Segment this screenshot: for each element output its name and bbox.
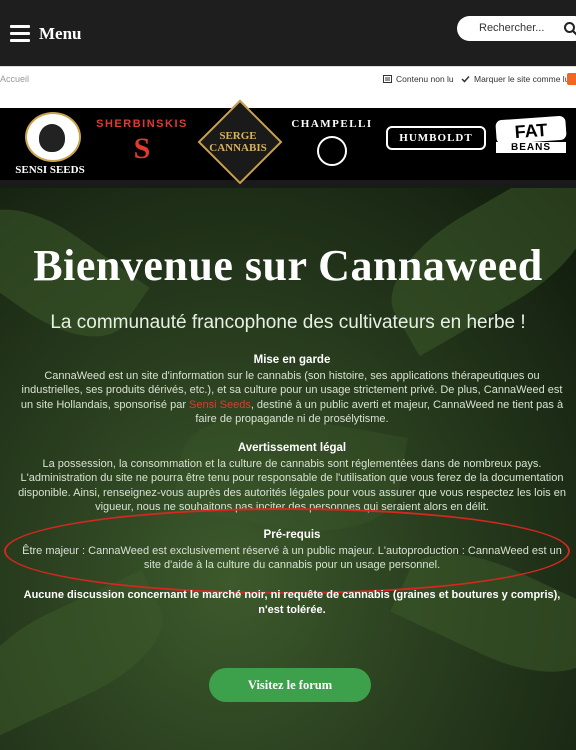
sensi-seeds-name: SENSI SEEDS <box>15 164 85 176</box>
breadcrumb-bar: Accueil Contenu non lu Marquer le site c… <box>0 66 576 93</box>
mise-en-garde-section: Mise en garde CannaWeed est un site d'in… <box>18 353 566 427</box>
avertissement-title: Avertissement légal <box>237 442 347 454</box>
red-annotation-ellipse <box>4 508 570 594</box>
mise-en-garde-title: Mise en garde <box>253 354 331 366</box>
avertissement-text: La possession, la consommation et la cul… <box>18 457 566 514</box>
unread-content-label: Contenu non lu <box>396 74 454 84</box>
champelli-name: CHAMPELLI <box>291 118 373 130</box>
sensi-seeds-logo-icon <box>25 112 81 162</box>
sponsor-serge-cannabis[interactable]: SERGE CANNABIS <box>197 99 283 185</box>
visit-forum-button[interactable]: Visitez le forum <box>209 668 371 702</box>
rss-feed-icon[interactable] <box>567 73 576 85</box>
spacer <box>0 92 576 108</box>
forum-rules-warning: Aucune discussion concernant le marché n… <box>23 589 561 616</box>
sponsor-sherbinskis[interactable]: SHERBINSKIS S <box>92 118 192 164</box>
search-placeholder: Rechercher... <box>479 22 545 34</box>
sponsor-humboldt[interactable]: HUMBOLDT <box>386 126 486 156</box>
champelli-crossed-logo-icon <box>317 136 347 166</box>
mark-site-read-label: Marquer le site comme lu <box>474 74 570 84</box>
search-icon[interactable] <box>563 21 576 37</box>
page-title: Bienvenue sur Cannaweed <box>33 241 543 290</box>
mise-en-garde-text-end: , destiné à un public averti et majeur, … <box>195 398 564 426</box>
unread-list-icon <box>383 75 392 83</box>
sponsor-sensi-seeds[interactable]: SENSI SEEDS <box>10 112 90 178</box>
menu-label[interactable]: Menu <box>39 24 82 44</box>
sponsor-fat-beans[interactable]: FAT BEANS <box>495 115 567 164</box>
unread-content-link[interactable]: Contenu non lu <box>383 74 454 84</box>
fat-beans-name: FAT <box>495 115 567 145</box>
search-input[interactable]: Rechercher... <box>457 16 576 41</box>
humboldt-name: HUMBOLDT <box>386 126 486 150</box>
avertissement-section: Avertissement légal La possession, la co… <box>18 441 566 515</box>
serge-cannabis-name: SERGE CANNABIS <box>209 130 267 154</box>
sponsor-banner: SENSI SEEDS SHERBINSKIS S SERGE CANNABIS… <box>0 99 576 185</box>
page-subtitle: La communauté francophone des cultivateu… <box>50 312 526 333</box>
welcome-hero: Bienvenue sur Cannaweed La communauté fr… <box>0 188 576 750</box>
sensi-seeds-link[interactable]: Sensi Seeds <box>189 399 251 411</box>
breadcrumb-home-link[interactable]: Accueil <box>0 74 29 84</box>
sherbinskis-name: SHERBINSKIS <box>96 118 188 130</box>
top-navigation-bar: Menu Rechercher... <box>0 0 576 66</box>
hamburger-menu-icon[interactable] <box>10 25 30 42</box>
mark-site-read-link[interactable]: Marquer le site comme lu <box>461 74 569 84</box>
sherbinskis-logo-icon: S <box>133 132 151 165</box>
sponsor-champelli[interactable]: CHAMPELLI <box>282 118 382 166</box>
checkmark-icon <box>461 75 470 83</box>
